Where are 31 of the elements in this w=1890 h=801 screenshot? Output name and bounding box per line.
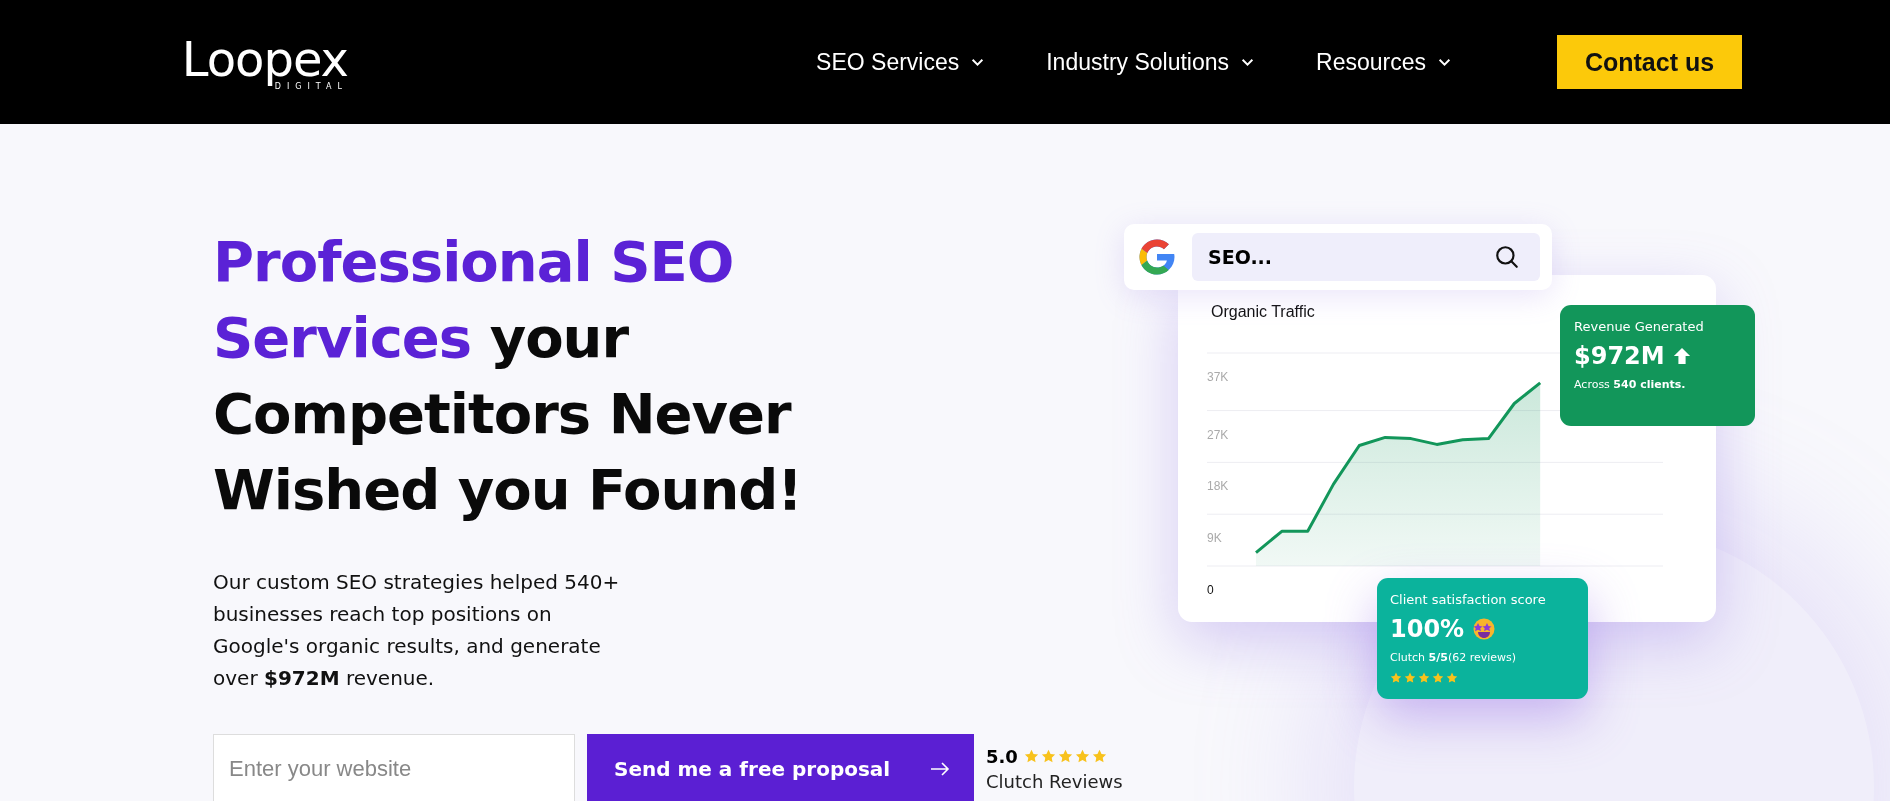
emoji-icon: [1472, 617, 1497, 641]
revenue-value: $972M: [1574, 342, 1665, 370]
search-field[interactable]: SEO...: [1192, 233, 1540, 281]
nav-link[interactable]: Resources: [1316, 48, 1451, 76]
description: Our custom SEO strategies helped 540+ businesses reach top positions on Google's organic results, and generate over $972M revenue.: [213, 569, 621, 692]
headline: Professional SEO Services your Competitors Never Wished you Found!: [213, 228, 803, 524]
card-title: Revenue Generated: [1574, 319, 1705, 334]
rating-score: 5.0: [986, 746, 1018, 767]
axis-label: 18K: [1207, 479, 1229, 494]
contact-button[interactable]: Contact us: [1557, 35, 1742, 89]
rating-label: Clutch Reviews: [986, 771, 1123, 792]
chart-title: Organic Traffic: [1210, 302, 1316, 322]
nav-link[interactable]: Industry Solutions: [1046, 48, 1255, 76]
arrow-icon: [930, 762, 950, 776]
proposal-button[interactable]: Send me a free proposal: [587, 734, 974, 801]
caret-icon: [1438, 57, 1451, 67]
logo-wordmark[interactable]: Loopex: [181, 33, 348, 84]
axis-label: 0: [1207, 583, 1214, 597]
nav-link[interactable]: SEO Services: [816, 48, 985, 76]
search-icon[interactable]: [1494, 244, 1520, 270]
satisfaction-value: 100%: [1390, 615, 1465, 643]
card-title: Client satisfaction score: [1390, 592, 1547, 607]
card-note: Across 540 clients.: [1574, 378, 1687, 391]
card-note: Clutch 5/5(62 reviews): [1390, 651, 1518, 664]
caret-icon: [1241, 57, 1255, 67]
website-field[interactable]: Enter your website: [213, 734, 575, 801]
up-arrow-icon: [1672, 347, 1691, 365]
caret-icon: [971, 57, 985, 67]
axis-label: 37K: [1207, 370, 1229, 384]
axis-label: 27K: [1207, 427, 1229, 442]
axis-label: 9K: [1207, 531, 1222, 546]
